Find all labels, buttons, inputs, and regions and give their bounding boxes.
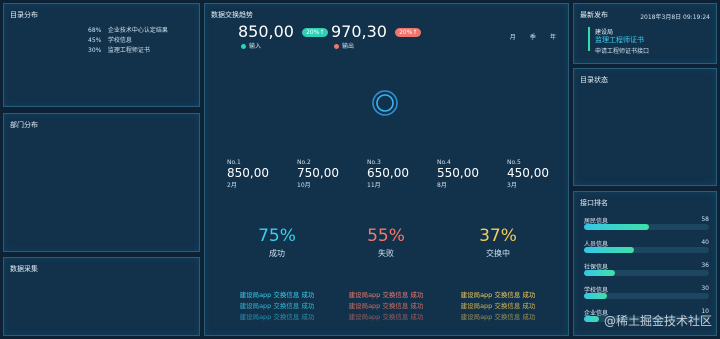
import-value: 850,00	[238, 22, 294, 41]
watermark: @稀土掘金技术社区	[603, 314, 712, 328]
import-legend: 输入	[241, 41, 328, 50]
dir-dist-row: 30% 监理工程师证书	[88, 47, 150, 54]
pending-log-line: 建设局app 交换信息 成功	[460, 291, 536, 299]
rank-item: No.2 750,00 10月	[297, 159, 339, 189]
dept-dist-title: 部门分布	[10, 121, 38, 129]
data-collect-panel: 数据采集	[3, 257, 200, 336]
fail-percent: 55%	[367, 226, 405, 246]
iface-rank-title: 接口排名	[580, 199, 608, 207]
exchange-trend-panel: 数据交换趋势 月 季 年 850,00 20%↑ 输入 970,30 20%↑ …	[204, 3, 569, 336]
import-badge: 20%↑	[302, 28, 329, 37]
export-dot-icon	[334, 44, 339, 49]
iface-bar-track	[584, 247, 709, 253]
fail-log-line: 建设局app 交换信息 成功	[348, 313, 424, 321]
fail-label: 失败	[378, 249, 394, 258]
period-toggle: 月 季 年	[501, 24, 556, 43]
iface-bar	[584, 293, 607, 299]
iface-row: 居民信息 58	[584, 216, 709, 230]
toggle-month[interactable]: 月	[510, 34, 516, 41]
rank-item: No.4 550,00 8月	[437, 159, 479, 189]
dir-dist-row: 68% 企业技术中心认定结果	[88, 27, 168, 34]
pending-label: 交换中	[486, 249, 510, 258]
dept-dist-panel: 部门分布	[3, 113, 200, 252]
data-collect-title: 数据采集	[10, 265, 38, 273]
success-percent: 75%	[258, 226, 296, 246]
release-desc: 申请工程师证书接口	[595, 48, 650, 55]
success-log-line: 建设局app 交换信息 成功	[239, 302, 315, 310]
iface-bar	[584, 224, 649, 230]
rank-item: No.5 450,00 3月	[507, 159, 549, 189]
release-link[interactable]: 监理工程师证书	[595, 35, 644, 45]
fail-log-line: 建设局app 交换信息 成功	[348, 291, 424, 299]
rank-item: No.3 650,00 11月	[367, 159, 409, 189]
export-badge: 20%↑	[395, 28, 422, 37]
toggle-year[interactable]: 年	[550, 34, 556, 41]
success-label: 成功	[269, 249, 285, 258]
iface-bar-track	[584, 224, 709, 230]
export-legend: 输出	[334, 41, 421, 50]
success-log-line: 建设局app 交换信息 成功	[239, 313, 315, 321]
iface-row: 社保信息 36	[584, 262, 709, 276]
release-time: 2018年3月8日 09:19:24	[640, 14, 710, 21]
dir-status-panel: 目录状态	[573, 68, 717, 186]
latest-release-title: 最新发布	[580, 11, 608, 19]
iface-row: 学校信息 30	[584, 285, 709, 299]
iface-bar	[584, 247, 634, 253]
toggle-quarter[interactable]: 季	[530, 34, 536, 41]
success-log-line: 建设局app 交换信息 成功	[239, 291, 315, 299]
iface-bar	[584, 316, 599, 322]
dir-status-title: 目录状态	[580, 76, 608, 84]
import-stat: 850,00 20%↑ 输入	[238, 22, 329, 50]
fail-log-line: 建设局app 交换信息 成功	[348, 302, 424, 310]
pending-log-line: 建设局app 交换信息 成功	[460, 302, 536, 310]
pending-log-line: 建设局app 交换信息 成功	[460, 313, 536, 321]
dir-dist-title: 目录分布	[10, 11, 38, 19]
import-dot-icon	[241, 44, 246, 49]
latest-release-panel: 最新发布 2018年3月8日 09:19:24 建设局 监理工程师证书 申请工程…	[573, 3, 717, 64]
loading-spinner-icon	[372, 90, 398, 116]
iface-bar-track	[584, 293, 709, 299]
dir-dist-panel: 目录分布 68% 企业技术中心认定结果 45% 学校信息 30% 监理工程师证书	[3, 3, 200, 107]
iface-row: 人员信息 40	[584, 239, 709, 253]
export-value: 970,30	[331, 22, 387, 41]
dir-dist-row: 45% 学校信息	[88, 37, 132, 44]
exchange-trend-title: 数据交换趋势	[211, 11, 253, 19]
pending-percent: 37%	[479, 226, 517, 246]
export-stat: 970,30 20%↑ 输出	[331, 22, 422, 50]
rank-item: No.1 850,00 2月	[227, 159, 269, 189]
iface-bar-track	[584, 270, 709, 276]
iface-bar	[584, 270, 616, 276]
release-marker	[588, 27, 590, 51]
